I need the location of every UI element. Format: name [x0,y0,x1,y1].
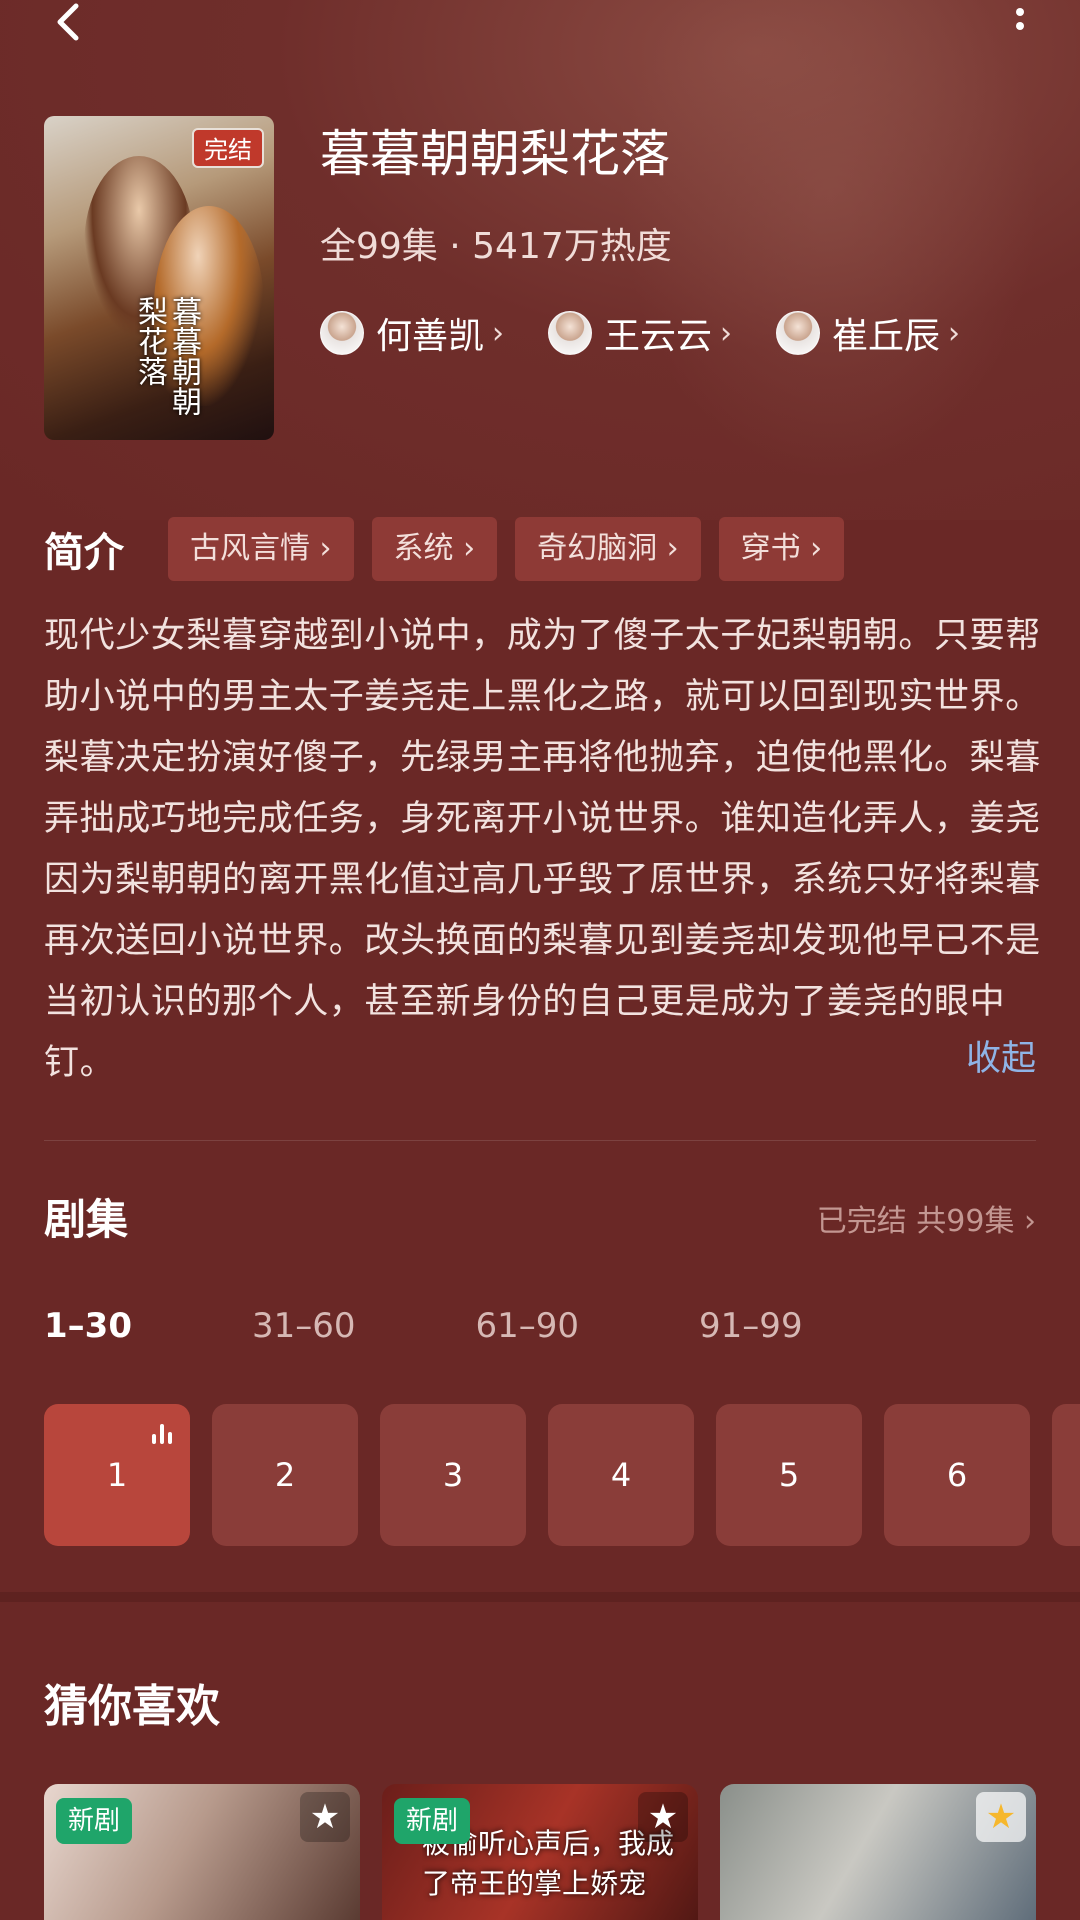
tab-range[interactable]: 91–99 [699,1306,803,1356]
divider [44,1140,1036,1141]
tab-range[interactable]: 1–30 [44,1306,132,1356]
cast-item[interactable]: 何善凯 › [320,307,504,359]
episode-button[interactable] [1052,1404,1080,1546]
star-icon[interactable]: ★ [976,1792,1026,1842]
recommend-card[interactable]: 新剧 ★ [44,1784,360,1920]
episode-button[interactable]: 5 [716,1404,862,1546]
cast-name: 何善凯 [376,316,485,357]
chevron-right-icon: › [492,315,505,351]
back-button[interactable] [46,0,96,50]
new-badge: 新剧 [394,1798,471,1844]
more-vertical-icon [1000,8,1040,30]
episode-button[interactable]: 4 [548,1404,694,1546]
avatar [548,311,593,355]
episode-number: 4 [610,1456,632,1494]
poster-title-art: 暮暮朝朝梨花落 [132,296,201,416]
tab-range[interactable]: 31–60 [252,1306,356,1356]
star-icon[interactable]: ★ [300,1792,350,1842]
recommend-card[interactable]: 被偷听心声后，我成了帝王的掌上娇宠 新剧 ★ [382,1784,698,1920]
genre-tag[interactable]: 系统 › [371,517,498,581]
episode-button[interactable]: 6 [884,1404,1030,1546]
episodes-status-link[interactable]: 已完结 共99集 › [817,1196,1036,1240]
episode-number: 5 [778,1456,800,1494]
episode-button[interactable]: 1 [44,1404,190,1546]
avatar [320,311,364,355]
star-icon[interactable]: ★ [638,1792,688,1842]
episode-button[interactable]: 2 [212,1404,358,1546]
cast-name: 崔丘辰 [832,316,941,357]
episode-button[interactable]: 3 [380,1404,526,1546]
new-badge: 新剧 [56,1798,133,1844]
episode-number: 6 [946,1456,968,1494]
playing-bars-icon [150,1424,174,1444]
status-badge: 完结 [192,128,264,168]
drama-meta: 全99集 · 5417万热度 [320,226,672,267]
drama-poster[interactable]: 暮暮朝朝梨花落 完结 [44,116,274,440]
genre-tag[interactable]: 穿书 › [718,517,845,581]
recommend-list: 新剧 ★ 被偷听心声后，我成了帝王的掌上娇宠 新剧 ★ ★ [44,1784,1058,1920]
more-button[interactable] [1000,2,1040,52]
recommend-card[interactable]: ★ [720,1784,1036,1920]
cast-item[interactable]: 王云云 › [548,307,732,359]
section-separator [0,1592,1080,1602]
episodes-title: 剧集 [44,1195,129,1244]
episode-number: 1 [106,1456,128,1494]
drama-title: 暮暮朝朝梨花落 [320,125,670,183]
intro-header: 简介 古风言情 › 系统 › 奇幻脑洞 › 穿书 › [44,516,862,582]
collapse-link[interactable]: 收起 [966,1030,1036,1081]
cast-item[interactable]: 崔丘辰 › [776,307,960,359]
chevron-right-icon: › [948,315,961,351]
genre-tag[interactable]: 古风言情 › [168,517,354,581]
genre-tag[interactable]: 奇幻脑洞 › [515,517,701,581]
top-bar [0,0,1080,90]
intro-label: 简介 [44,530,124,576]
recommend-title: 猜你喜欢 [44,1681,220,1732]
cast-name: 王云云 [604,316,713,357]
tab-range[interactable]: 61–90 [476,1306,580,1356]
chevron-right-icon: › [720,315,733,351]
avatar [776,311,821,355]
episode-grid: 1 2 3 4 5 6 [44,1404,1080,1546]
episode-range-tabs: 1–30 31–60 61–90 91–99 [44,1306,923,1356]
synopsis-text: 现代少女梨暮穿越到小说中，成为了傻子太子妃梨朝朝。只要帮助小说中的男主太子姜尧走… [44,616,1041,1083]
chevron-left-icon [57,3,79,41]
cast-list: 何善凯 › 王云云 › 崔丘辰 › [320,308,1004,358]
episode-number: 3 [442,1456,464,1494]
episode-number: 2 [274,1456,296,1494]
